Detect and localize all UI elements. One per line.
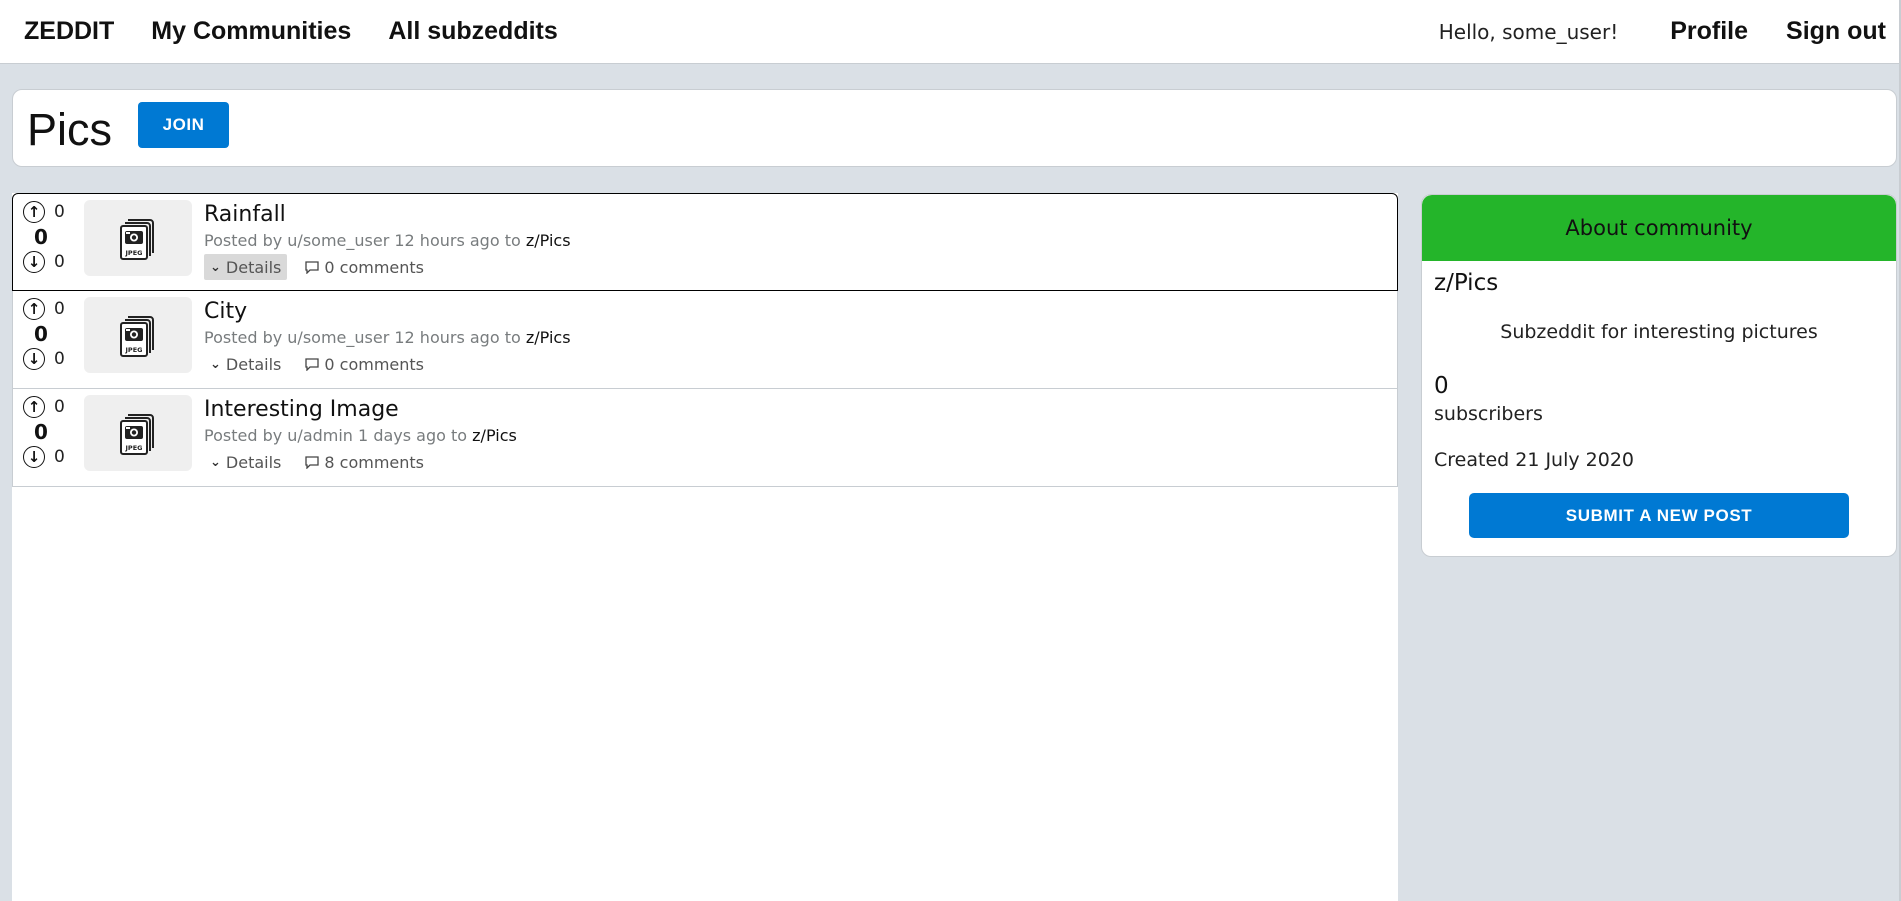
posted-by-label: Posted by — [204, 426, 283, 445]
comments-count: 8 comments — [324, 452, 424, 472]
upvote-count: 0 — [54, 397, 65, 417]
posted-by-label: Posted by — [204, 328, 283, 347]
post-body: Rainfall Posted by u/some_user 12 hours … — [204, 200, 1387, 280]
downvote-arrow-icon[interactable]: ↓ — [23, 348, 45, 370]
profile-link[interactable]: Profile — [1670, 17, 1748, 46]
svg-text:JPEG: JPEG — [125, 444, 143, 452]
details-label: Details — [225, 452, 282, 472]
subscriber-count: 0 — [1434, 373, 1449, 399]
details-button[interactable]: ⌄ Details — [204, 449, 287, 475]
downvote-count: 0 — [54, 447, 65, 467]
chevron-down-icon: ⌄ — [210, 259, 221, 275]
submit-new-post-button[interactable]: SUBMIT A NEW POST — [1469, 493, 1849, 538]
post-meta: Posted by u/admin 1 days ago to z/Pics — [204, 425, 1387, 447]
vote-score: 0 — [34, 420, 48, 444]
upvote-arrow-icon[interactable]: ↑ — [23, 298, 45, 320]
post-meta: Posted by u/some_user 12 hours ago to z/… — [204, 230, 1387, 252]
comments-button[interactable]: 0 comments — [305, 254, 424, 280]
post-list: ↑ 0 0 ↓ 0 JPEG Rainfall Posted by u/some… — [12, 193, 1398, 901]
community-name: z/Pics — [1434, 270, 1499, 296]
details-button[interactable]: ⌄ Details — [204, 254, 288, 280]
jpeg-file-icon: JPEG — [120, 316, 154, 357]
comment-icon — [305, 357, 320, 371]
comments-button[interactable]: 8 comments — [305, 449, 424, 475]
post-actions: ⌄ Details 0 comments — [204, 351, 1387, 377]
upvote-arrow-icon[interactable]: ↑ — [23, 396, 45, 418]
subzeddit-link[interactable]: z/Pics — [472, 426, 517, 445]
post-thumbnail[interactable]: JPEG — [84, 297, 192, 373]
vote-score: 0 — [34, 225, 48, 249]
jpeg-file-icon: JPEG — [120, 219, 154, 260]
comment-icon — [305, 455, 320, 469]
created-date: Created 21 July 2020 — [1434, 449, 1635, 471]
vote-controls: ↑ 0 0 ↓ 0 — [23, 200, 67, 286]
post-actions: ⌄ Details 0 comments — [204, 254, 1387, 280]
upvote-count: 0 — [54, 299, 65, 319]
jpeg-file-icon: JPEG — [120, 414, 154, 455]
downvote-count: 0 — [54, 349, 65, 369]
post-actions: ⌄ Details 8 comments — [204, 449, 1387, 475]
all-subzeddits-link[interactable]: All subzeddits — [388, 17, 557, 46]
my-communities-link[interactable]: My Communities — [151, 17, 351, 46]
post-body: Interesting Image Posted by u/admin 1 da… — [204, 395, 1387, 475]
post-time: 1 days ago to — [358, 426, 468, 445]
chevron-down-icon: ⌄ — [210, 454, 221, 470]
comments-button[interactable]: 0 comments — [305, 351, 424, 377]
post-title[interactable]: City — [204, 297, 1387, 327]
comment-icon — [305, 260, 320, 274]
post-meta: Posted by u/some_user 12 hours ago to z/… — [204, 327, 1387, 349]
about-community-sidebar: About community z/Pics Subzeddit for int… — [1421, 194, 1897, 557]
brand-link[interactable]: ZEDDIT — [24, 17, 114, 46]
comments-count: 0 comments — [324, 354, 424, 374]
post-thumbnail[interactable]: JPEG — [84, 395, 192, 471]
join-button[interactable]: JOIN — [138, 102, 230, 148]
post-title[interactable]: Rainfall — [204, 200, 1387, 230]
community-header: Pics JOIN — [12, 89, 1897, 167]
upvote-arrow-icon[interactable]: ↑ — [23, 201, 45, 223]
downvote-arrow-icon[interactable]: ↓ — [23, 446, 45, 468]
comments-count: 0 comments — [324, 257, 424, 277]
vote-controls: ↑ 0 0 ↓ 0 — [23, 395, 67, 481]
post-item: ↑ 0 0 ↓ 0 JPEG Interesting Image Posted … — [12, 389, 1398, 487]
subscribers-label: subscribers — [1434, 403, 1543, 425]
post-item: ↑ 0 0 ↓ 0 JPEG City Posted by u/some_use… — [12, 291, 1398, 389]
post-author-link[interactable]: u/some_user — [287, 328, 389, 347]
svg-text:JPEG: JPEG — [125, 249, 143, 257]
details-button[interactable]: ⌄ Details — [204, 351, 287, 377]
post-item: ↑ 0 0 ↓ 0 JPEG Rainfall Posted by u/some… — [12, 193, 1398, 291]
upvote-count: 0 — [54, 202, 65, 222]
post-time: 12 hours ago to — [394, 231, 521, 250]
top-navbar: ZEDDIT My Communities All subzeddits Hel… — [0, 0, 1901, 64]
posted-by-label: Posted by — [204, 231, 283, 250]
post-thumbnail[interactable]: JPEG — [84, 200, 192, 276]
community-title: Pics — [27, 104, 113, 155]
downvote-count: 0 — [54, 252, 65, 272]
details-label: Details — [225, 257, 282, 277]
about-community-header: About community — [1422, 195, 1896, 261]
greeting-text: Hello, some_user! — [1438, 19, 1619, 44]
subzeddit-link[interactable]: z/Pics — [526, 231, 571, 250]
sign-out-link[interactable]: Sign out — [1786, 17, 1886, 46]
community-description: Subzeddit for interesting pictures — [1500, 321, 1818, 343]
vote-score: 0 — [34, 322, 48, 346]
post-author-link[interactable]: u/admin — [287, 426, 353, 445]
post-title[interactable]: Interesting Image — [204, 395, 1387, 425]
post-author-link[interactable]: u/some_user — [287, 231, 389, 250]
subzeddit-link[interactable]: z/Pics — [526, 328, 571, 347]
chevron-down-icon: ⌄ — [210, 356, 221, 372]
post-time: 12 hours ago to — [394, 328, 521, 347]
user-menu: Hello, some_user! Profile Sign out — [1439, 17, 1901, 46]
details-label: Details — [225, 354, 282, 374]
post-body: City Posted by u/some_user 12 hours ago … — [204, 297, 1387, 377]
svg-text:JPEG: JPEG — [125, 346, 143, 354]
vote-controls: ↑ 0 0 ↓ 0 — [23, 297, 67, 383]
downvote-arrow-icon[interactable]: ↓ — [23, 251, 45, 273]
